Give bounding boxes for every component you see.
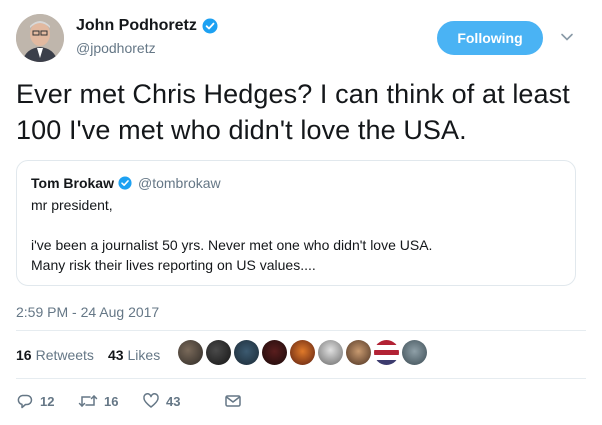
quoted-tweet-text: mr president, i've been a journalist 50 … [31, 197, 433, 273]
heart-icon [143, 393, 159, 408]
message-icon [225, 395, 241, 407]
retweet-count: 16 [104, 393, 119, 409]
retweets-label: Retweets [35, 347, 94, 363]
liker-avatar[interactable] [402, 340, 427, 365]
like-count: 43 [166, 393, 181, 409]
author-avatar[interactable] [16, 14, 64, 62]
tweet-text: Ever met Chris Hedges? I can think of at… [16, 79, 570, 145]
liker-avatar[interactable] [234, 340, 259, 365]
liker-avatar[interactable] [318, 340, 343, 365]
retweets-count: 16 [16, 347, 32, 363]
liker-avatar[interactable] [262, 340, 287, 365]
tweet-timestamp[interactable]: 2:59 PM - 24 Aug 2017 [16, 304, 159, 320]
author-name[interactable]: John Podhoretz [76, 17, 197, 35]
tweet-actions: 12 16 43 [16, 392, 242, 410]
engagement-stats: 16 Retweets 43 Likes [16, 347, 174, 363]
reply-button[interactable]: 12 [16, 392, 78, 410]
liker-avatars [178, 340, 427, 365]
quoted-tweet-header: Tom Brokaw @tombrokaw [31, 175, 561, 191]
divider [16, 378, 586, 379]
likes-stat[interactable]: 43 Likes [108, 347, 160, 363]
following-button[interactable]: Following [437, 21, 543, 55]
quoted-author-name: Tom Brokaw [31, 175, 114, 191]
retweets-stat[interactable]: 16 Retweets [16, 347, 94, 363]
liker-avatar[interactable] [346, 340, 371, 365]
likes-label: Likes [127, 347, 161, 363]
reply-count: 12 [40, 393, 55, 409]
retweet-icon [78, 394, 98, 408]
liker-avatar[interactable] [290, 340, 315, 365]
verified-badge-icon [202, 18, 218, 34]
retweet-button[interactable]: 16 [78, 392, 140, 410]
avatar-image [16, 14, 64, 62]
like-button[interactable]: 43 [142, 392, 220, 410]
reply-icon [17, 394, 33, 409]
author-handle[interactable]: @jpodhoretz [76, 40, 156, 56]
liker-avatar[interactable] [178, 340, 203, 365]
verified-badge-icon [118, 176, 132, 190]
likes-count: 43 [107, 347, 124, 363]
liker-avatar[interactable] [374, 340, 399, 365]
quoted-tweet[interactable]: Tom Brokaw @tombrokaw mr president, i've… [16, 160, 576, 286]
direct-message-button[interactable] [224, 392, 242, 410]
chevron-down-icon[interactable] [560, 30, 574, 44]
quoted-author-handle: @tombrokaw [137, 175, 221, 191]
author-name-row: John Podhoretz [76, 17, 218, 35]
liker-avatar[interactable] [206, 340, 231, 365]
divider [16, 330, 586, 331]
